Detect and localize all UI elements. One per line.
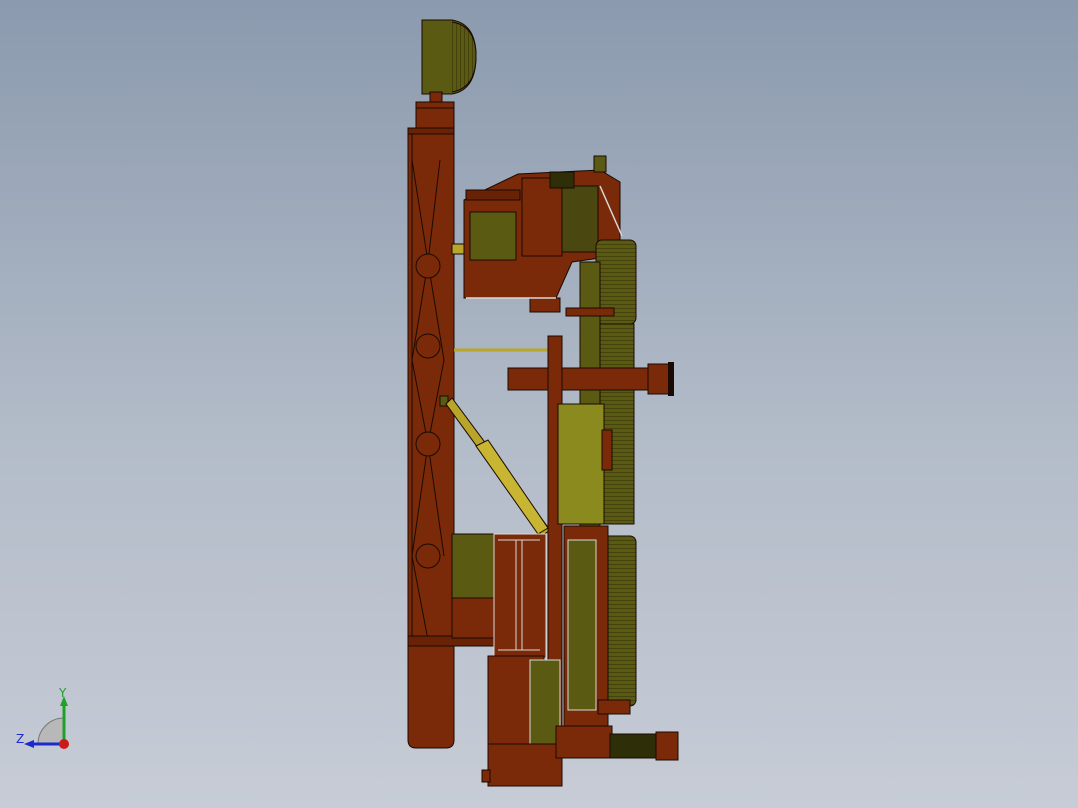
x-axis-dot: [59, 739, 69, 749]
triad-plane-icon: [37, 717, 65, 745]
y-axis-label: Y: [58, 686, 67, 700]
crown-lamp: [415, 19, 477, 109]
pin: [451, 243, 465, 255]
graphics-viewport[interactable]: Y Z: [0, 0, 1078, 808]
z-axis-label: Z: [16, 732, 24, 746]
hydraulic-cylinder: [445, 397, 551, 537]
rig-model[interactable]: [0, 0, 1078, 808]
orientation-triad: Y Z: [16, 686, 69, 749]
